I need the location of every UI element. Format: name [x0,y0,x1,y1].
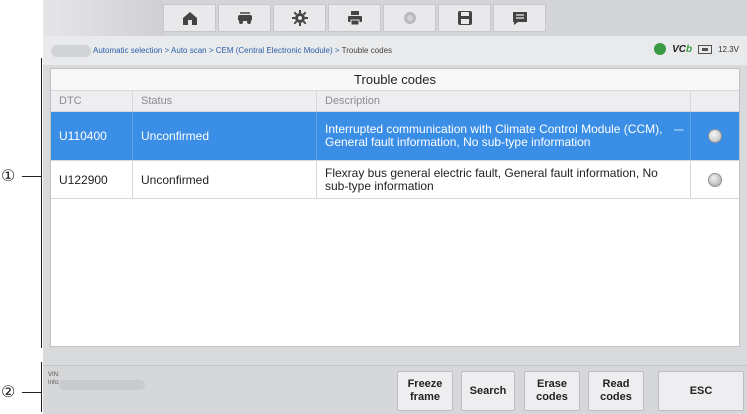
trouble-codes-panel: Trouble codes DTC Status Description U11… [50,68,740,347]
settings-icon [291,10,308,26]
column-header-status: Status [133,91,317,111]
brand-logo [43,0,163,36]
redacted-info-value [59,380,145,390]
vci-logo-suffix: b [685,43,693,55]
message-button[interactable] [493,4,546,32]
home-icon [182,12,197,25]
dtc-code: U122900 [51,161,133,198]
dtc-description: Interrupted communication with Climate C… [317,112,691,160]
table-row[interactable]: U122900 Unconfirmed Flexray bus general … [51,161,739,199]
callout-2-bracket [41,362,42,412]
battery-icon [698,44,713,54]
dtc-help-button[interactable] [708,172,722,187]
vci-logo-prefix: VC [672,43,686,55]
callout-1-line [22,176,42,177]
callout-2: ② [1,382,16,401]
connection-icon [654,43,667,55]
breadcrumb-bar: Automatic selection > Auto scan > CEM (C… [43,36,747,65]
expand-indicator [674,129,684,131]
table-row[interactable]: U110400 Unconfirmed Interrupted communic… [51,112,739,161]
home-button[interactable] [163,4,216,32]
dtc-description: Flexray bus general electric fault, Gene… [317,161,691,198]
settings-button[interactable] [273,4,326,32]
read-codes-button[interactable]: Read codes [588,371,644,411]
vehicle-swap-button[interactable] [218,4,271,32]
device-screen: Automatic selection > Auto scan > CEM (C… [43,0,747,414]
callout-1: ① [1,166,16,185]
toolbar [163,4,548,32]
breadcrumb[interactable]: Automatic selection > Auto scan > CEM (C… [93,46,392,55]
panel-title: Trouble codes [51,69,739,91]
help-button[interactable] [383,4,436,32]
print-icon [347,11,362,26]
top-navigation-bar [43,0,747,36]
help-icon [403,12,416,24]
dtc-help-button[interactable] [708,129,722,143]
column-header-action [691,91,739,111]
vehicle-swap-icon [237,12,252,24]
breadcrumb-current: Trouble codes [341,46,393,55]
save-icon [457,11,472,25]
info-label: Info: [48,380,60,386]
column-header-dtc: DTC [51,91,133,111]
print-button[interactable] [328,4,381,32]
vci-logo: VCb [672,44,692,55]
dtc-status: Unconfirmed [133,161,317,198]
vehicle-info: VIN: Info: [48,371,60,387]
column-header-description: Description [317,91,691,111]
erase-codes-button[interactable]: Erase codes [524,371,580,411]
save-button[interactable] [438,4,491,32]
redacted-vehicle-name [51,44,91,57]
vin-label: VIN: [48,372,60,378]
callout-2-line [22,392,42,393]
search-button[interactable]: Search [461,371,515,411]
dtc-code: U110400 [51,112,133,160]
connection-status: VCb 12.3V [654,43,739,55]
breadcrumb-path[interactable]: Automatic selection > Auto scan > CEM (C… [93,46,342,55]
callout-1-bracket [41,58,42,348]
function-bar: VIN: Info: Freeze frame Search Erase cod… [43,365,747,414]
message-icon [512,12,527,25]
dtc-help-cell [691,161,739,198]
dtc-help-cell [691,112,739,160]
dtc-status: Unconfirmed [133,112,317,160]
battery-voltage: 12.3V [718,44,739,54]
freeze-frame-button[interactable]: Freeze frame [397,371,453,411]
esc-button[interactable]: ESC [658,371,744,411]
table-header: DTC Status Description [51,91,739,112]
